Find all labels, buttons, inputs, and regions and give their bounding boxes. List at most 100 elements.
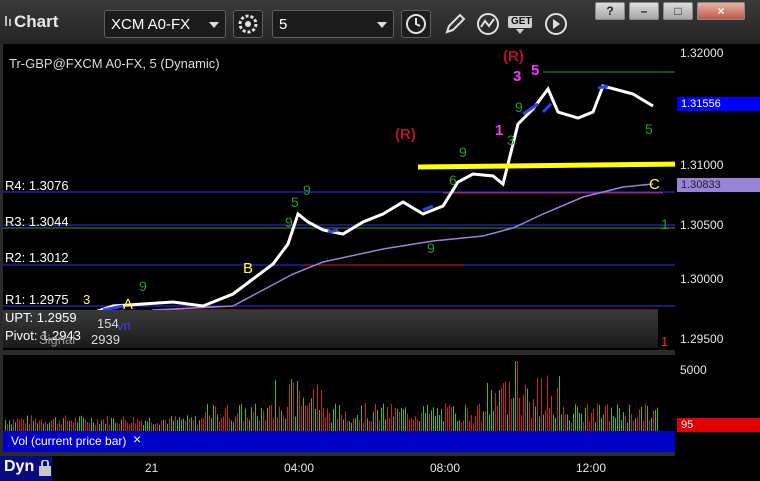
chevron-down-icon [377,22,387,28]
marker-a: A [123,296,134,313]
volume-bar [537,377,538,431]
volume-bar [13,419,14,431]
volume-bar [491,390,492,431]
get-data-button[interactable]: GET [506,12,536,36]
volume-bar [385,419,386,431]
volume-bar [635,418,636,431]
volume-bar [259,420,260,431]
play-button[interactable] [543,11,569,37]
volume-bar [641,406,642,431]
price-tick-7: 1.29500 [680,332,724,346]
volume-bar [331,422,332,431]
volume-bar [449,404,450,431]
volume-bar [57,423,58,431]
time-label-1200: 12:00 [576,461,607,475]
volume-bar [455,413,456,431]
volume-bar [539,416,540,431]
maximize-button[interactable]: □ [663,2,693,20]
volume-bar [543,414,544,431]
volume-bar [119,424,120,431]
volume-bar [627,422,628,431]
indicator-button[interactable] [473,10,503,38]
volume-bar [103,419,104,431]
volume-bar [279,406,280,431]
volume-bar [561,414,562,431]
volume-bar [135,423,136,431]
volume-bar [377,409,378,431]
volume-bar [433,407,434,431]
volume-bar [105,423,106,431]
volume-bar [389,418,390,431]
volume-bar [657,407,658,431]
volume-bar [351,422,352,431]
volume-bar [437,407,438,431]
volume-bar [457,421,458,431]
symbol-select[interactable]: XCM A0-FX [104,10,226,38]
volume-bar [323,407,324,431]
volume-bar [485,411,486,431]
volume-bar [153,424,154,431]
interval-select[interactable]: 5 [272,10,394,38]
volume-bar [231,420,232,431]
symbol-value: XCM A0-FX [111,16,191,33]
volume-bar [613,415,614,431]
volume-bar [569,420,570,431]
volume-bar [59,420,60,431]
volume-bar [293,382,294,431]
volume-bar [605,406,606,431]
volume-bar [237,413,238,431]
draw-tool-button[interactable] [440,10,470,38]
volume-bar [41,419,42,431]
minimize-button[interactable]: – [629,2,659,20]
volume-bar [367,418,368,431]
price-axis: 1.32000 1.31556 1.31000 1.30833 1.30500 … [675,44,760,481]
help-button[interactable]: ? [595,2,625,20]
volume-bar [649,420,650,431]
volume-bar [493,410,494,431]
volume-bar [547,375,548,431]
price-tick-1: 1.32000 [680,46,724,60]
volume-bar [99,424,100,431]
volume-bar [405,407,406,431]
settings-button[interactable] [233,10,263,38]
volume-bar [447,407,448,431]
volume-bar [249,419,250,431]
volume-bar [409,420,410,431]
marker-magenta-3: 3 [513,68,522,85]
volume-bar [467,407,468,431]
volume-bar [193,419,194,431]
volume-bar [289,384,290,431]
volume-close-icon[interactable]: × [133,431,141,447]
volume-bar [557,387,558,431]
volume-axis-label: 5000 [680,363,707,377]
volume-bar [77,422,78,431]
volume-bar [597,403,598,431]
volume-bar [487,382,488,431]
volume-bar [185,420,186,431]
volume-bar [255,403,256,431]
volume-bar [287,406,288,431]
volume-bar [625,415,626,431]
gear-icon [238,14,258,34]
close-button[interactable]: × [697,2,745,20]
volume-bar [607,404,608,431]
volume-bar [571,422,572,431]
volume-bar [567,414,568,431]
volume-bar [529,402,530,431]
price-chart[interactable]: Tr-GBP@FXCM A0-FX, 5 (Dynamic) R4: 1.307… [3,44,675,350]
volume-bar [621,420,622,431]
volume-bar [85,419,86,431]
volume-bar [69,420,70,431]
time-button[interactable] [401,10,431,38]
volume-bar [173,420,174,431]
dynamic-toggle[interactable]: Dyn [0,456,52,481]
volume-bar [319,410,320,431]
marker-green-3: 3 [507,132,515,148]
marker-green-9d: 9 [139,278,147,294]
volume-bar [615,417,616,431]
volume-bar [541,377,542,431]
marker-c: C [649,176,660,193]
volume-bar [441,408,442,431]
volume-chart[interactable] [3,355,675,431]
volume-bar [509,381,510,431]
